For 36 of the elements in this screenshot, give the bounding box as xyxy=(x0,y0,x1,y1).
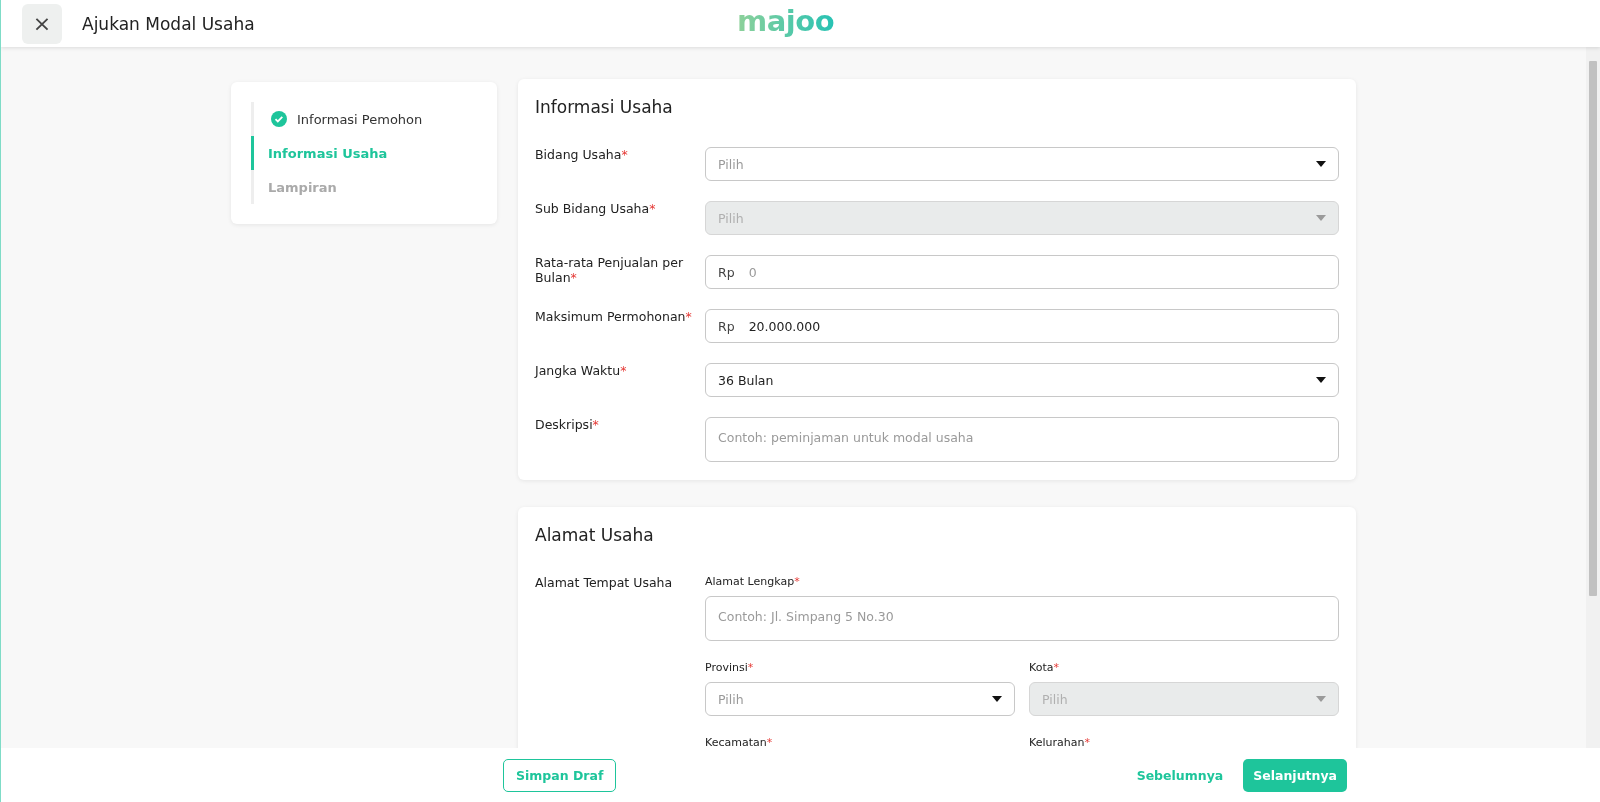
close-button[interactable]: × xyxy=(22,3,62,44)
back-link[interactable]: Sebelumnya xyxy=(1136,767,1224,783)
check-icon xyxy=(271,111,287,127)
step-item[interactable]: Informasi Pemohon xyxy=(251,102,477,136)
caret-icon xyxy=(1316,215,1326,221)
select-field[interactable]: Pilih xyxy=(705,682,1015,716)
field-label: Bidang Usaha* xyxy=(535,147,629,164)
caret-icon xyxy=(1316,161,1326,167)
field-label: Kecamatan* xyxy=(705,736,774,748)
section-title: Informasi Usaha xyxy=(535,97,674,117)
step-item[interactable]: Lampiran xyxy=(251,170,477,204)
text-area[interactable]: Contoh: peminjaman untuk modal usaha xyxy=(705,417,1339,462)
field-label: Kelurahan* xyxy=(1029,736,1091,748)
step-item[interactable]: Informasi Usaha xyxy=(251,136,477,170)
next-button[interactable]: Selanjutnya xyxy=(1243,758,1347,792)
select-field[interactable]: Pilih xyxy=(705,147,1339,181)
field-label: Deskripsi* xyxy=(535,417,600,434)
field-label: Alamat Tempat Usaha xyxy=(535,575,674,592)
currency-field[interactable]: Rp 0 xyxy=(705,255,1339,289)
field-label: Sub Bidang Usaha* xyxy=(535,201,657,218)
field-label: Jangka Waktu* xyxy=(535,363,628,380)
caret-icon xyxy=(1316,377,1326,383)
save-draft-button[interactable]: Simpan Draf xyxy=(503,758,617,792)
caret-icon xyxy=(1316,696,1326,702)
page-title: Ajukan Modal Usaha xyxy=(82,13,256,34)
text-area[interactable]: Contoh: Jl. Simpang 5 No.30 xyxy=(705,596,1339,641)
currency-field[interactable]: Rp 20.000.000 xyxy=(705,309,1339,343)
scrollbar[interactable] xyxy=(1586,47,1600,748)
field-label: Provinsi* xyxy=(705,661,755,674)
caret-icon xyxy=(992,696,1002,702)
field-label: Rata-rata Penjualan per Bulan* xyxy=(535,255,685,287)
field-label: Maksimum Permohonan* xyxy=(535,309,693,326)
field-label: Kota* xyxy=(1029,661,1060,674)
section-title: Alamat Usaha xyxy=(535,525,655,545)
field-label: Alamat Lengkap* xyxy=(705,575,801,588)
select-field[interactable]: 36 Bulan xyxy=(705,363,1339,397)
